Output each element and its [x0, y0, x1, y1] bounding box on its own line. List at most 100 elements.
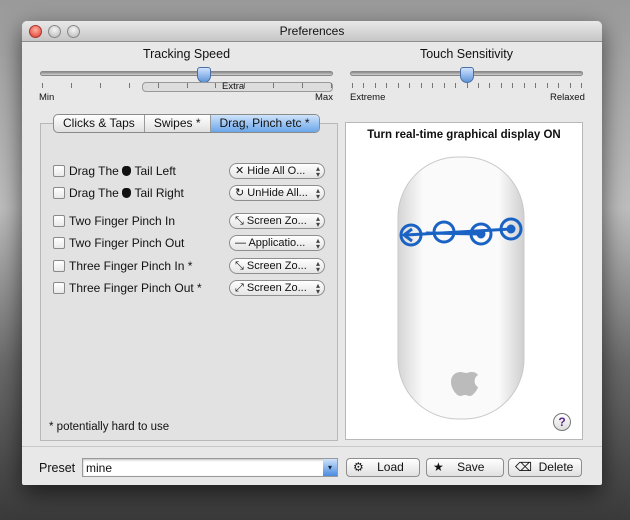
slider-tick [535, 83, 537, 88]
save-button[interactable]: ★ Save [426, 458, 504, 477]
action-label: Screen Zo... [246, 215, 307, 227]
refresh-icon: ↻ [235, 187, 245, 199]
slider-tick [352, 83, 353, 88]
preset-combo[interactable]: mine ▾ [82, 458, 338, 477]
slider-tick [363, 83, 365, 88]
slider-tick [99, 83, 101, 88]
gesture-label: Three Finger Pinch Out * [69, 281, 202, 295]
x-icon: ✕ [235, 165, 245, 177]
popup-arrows-icon: ▴ ▾ [315, 164, 320, 179]
window-title: Preferences [279, 24, 345, 38]
gesture-action-popup[interactable]: ↻ UnHide All... ▴ ▾ [229, 185, 325, 201]
preset-dropdown-button[interactable]: ▾ [323, 459, 337, 476]
gesture-action-popup[interactable]: ✕ Hide All O... ▴ ▾ [229, 163, 325, 179]
gear-icon: ⚙ [353, 460, 364, 474]
delete-label: Delete [538, 460, 574, 474]
gesture-row: Drag The Tail Right [53, 186, 184, 200]
slider-tick [157, 83, 159, 88]
touch-sensitivity-thumb[interactable] [459, 67, 474, 83]
tracking-speed-thumb[interactable] [197, 67, 212, 83]
gesture-action-popup[interactable]: ⤡ Screen Zo... ▴ ▾ [229, 213, 325, 229]
star-icon: ★ [433, 460, 444, 474]
divider [22, 446, 602, 447]
slider-tick [244, 83, 246, 88]
footnote: * potentially hard to use [49, 421, 170, 433]
dash-icon: — [235, 237, 246, 249]
slider-tick [331, 83, 332, 88]
slider-tick [500, 83, 502, 88]
display-toggle[interactable]: Turn real-time graphical display ON [346, 129, 582, 141]
popup-arrows-icon: ▴ ▾ [315, 259, 320, 274]
slider-tick [558, 83, 560, 88]
gesture-checkbox[interactable] [53, 215, 65, 227]
tracking-max-label: Max [315, 92, 333, 103]
popup-arrows-icon: ▴ ▾ [315, 281, 320, 296]
gesture-checkbox[interactable] [53, 237, 65, 249]
slider-tick [70, 83, 72, 88]
gesture-label: Three Finger Pinch In * [69, 259, 193, 273]
slider-tick [420, 83, 422, 88]
delete-icon: ⌫ [515, 460, 532, 474]
gesture-action-popup[interactable]: ⤡ Screen Zo... ▴ ▾ [229, 258, 325, 274]
zoom-out-icon: ⤢ [235, 282, 244, 294]
touch-sensitivity-label: Touch Sensitivity [419, 47, 514, 61]
tracking-min-label: Min [39, 92, 55, 103]
action-label: Hide All O... [247, 165, 306, 177]
gesture-row: Three Finger Pinch Out * [53, 281, 202, 295]
touch-min-label: Extreme [350, 92, 386, 103]
gesture-label: Two Finger Pinch In [69, 214, 176, 228]
gesture-label: Drag The [69, 164, 119, 178]
touch-max-label: Relaxed [550, 92, 585, 103]
apple-logo-icon [451, 372, 478, 396]
zoom-button[interactable] [67, 25, 80, 38]
gesture-checkbox[interactable] [53, 282, 65, 294]
extra-label: Extra [222, 81, 245, 92]
preset-input[interactable]: mine [86, 461, 112, 475]
action-label: UnHide All... [247, 187, 308, 199]
slider-tick [523, 83, 525, 88]
title-bar: Preferences [22, 21, 602, 42]
gesture-action-popup[interactable]: ⤢ Screen Zo... ▴ ▾ [229, 280, 325, 296]
load-button[interactable]: ⚙ Load [346, 458, 420, 477]
slider-tick [386, 83, 388, 88]
close-button[interactable] [29, 25, 42, 38]
slider-tick [466, 83, 468, 88]
slider-tick [409, 83, 411, 88]
slider-tick [489, 83, 491, 88]
slider-tick [186, 83, 188, 88]
slider-tick [455, 83, 457, 88]
tab-drag-pinch[interactable]: Drag, Pinch etc * [210, 115, 319, 132]
save-label: Save [457, 460, 485, 474]
action-label: Screen Zo... [246, 282, 307, 294]
gesture-label-suffix: Tail Left [134, 164, 176, 178]
gesture-checkbox[interactable] [53, 187, 65, 199]
slider-tick [42, 83, 43, 88]
minimize-button[interactable] [48, 25, 61, 38]
magic-mouse-illustration [397, 156, 525, 420]
help-button[interactable]: ? [553, 413, 571, 431]
tracking-speed-slider[interactable] [40, 71, 333, 76]
gesture-action-popup[interactable]: — Applicatio... ▴ ▾ [229, 235, 325, 251]
slider-tick [128, 83, 130, 88]
slider-tick [443, 83, 445, 88]
tab-bar: Clicks & Taps Swipes * Drag, Pinch etc * [53, 114, 320, 133]
tab-clicks-taps[interactable]: Clicks & Taps [54, 115, 145, 132]
slider-tick [581, 83, 582, 88]
action-label: Applicatio... [248, 237, 306, 249]
tab-swipes[interactable]: Swipes * [145, 115, 211, 132]
gesture-checkbox[interactable] [53, 260, 65, 272]
delete-button[interactable]: ⌫ Delete [508, 458, 582, 477]
gesture-label-suffix: Tail Right [134, 186, 184, 200]
popup-arrows-icon: ▴ ▾ [315, 186, 320, 201]
gesture-label: Two Finger Pinch Out [69, 236, 185, 250]
gesture-checkbox[interactable] [53, 165, 65, 177]
zoom-in-icon: ⤡ [235, 215, 244, 227]
apple-icon [122, 188, 132, 198]
slider-tick [477, 83, 479, 88]
slider-tick [432, 83, 434, 88]
popup-arrows-icon: ▴ ▾ [315, 236, 320, 251]
slider-tick [512, 83, 514, 88]
preferences-window: Preferences Tracking Speed Extra Min Max… [22, 21, 602, 485]
slider-tick [215, 83, 217, 88]
slider-tick [302, 83, 304, 88]
